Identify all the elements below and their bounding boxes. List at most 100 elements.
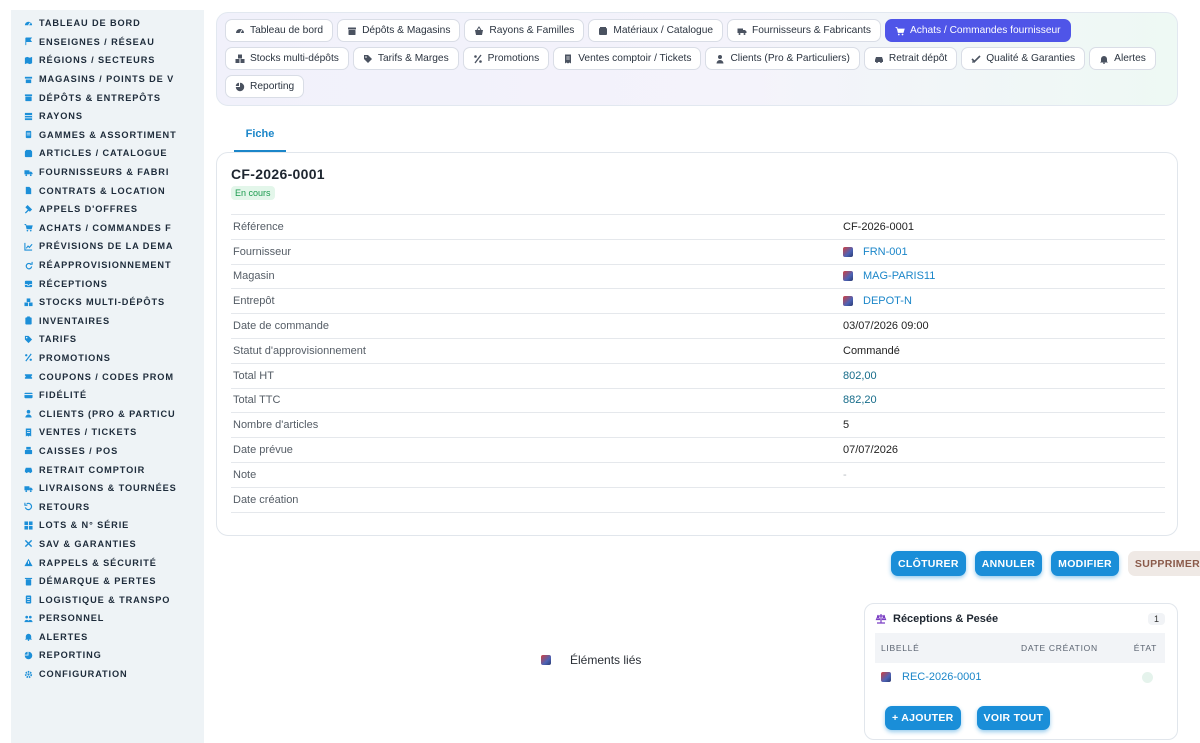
annuler-button[interactable]: ANNULER xyxy=(974,551,1043,576)
reception-icon xyxy=(881,672,891,682)
tab-fiche[interactable]: Fiche xyxy=(234,118,286,152)
car-icon xyxy=(874,54,884,64)
gear-icon xyxy=(24,670,33,679)
field-link[interactable]: FRN-001 xyxy=(863,246,908,258)
linked-icon xyxy=(541,655,551,665)
field-link[interactable]: MAG-PARIS11 xyxy=(863,270,935,282)
module-tab-bar: Tableau de bord Dépôts & Magasins Rayons &… xyxy=(216,12,1178,106)
column-date-creation[interactable]: DATE CRÉATION xyxy=(1021,643,1098,653)
field-value: Commandé xyxy=(843,344,900,357)
module-tab[interactable]: Qualité & Garanties xyxy=(961,47,1086,70)
module-tab[interactable]: Promotions xyxy=(462,47,550,70)
module-tab[interactable]: Rayons & Familles xyxy=(464,19,585,42)
module-tab[interactable]: Achats / Commandes fournisseur xyxy=(884,19,1071,42)
sidebar-item[interactable]: RAYONS xyxy=(11,107,204,126)
sidebar-item-label: LOGISTIQUE & TRANSPO xyxy=(39,594,171,605)
sidebar-item[interactable]: TABLEAU DE BORD xyxy=(11,14,204,33)
map-icon xyxy=(24,56,33,65)
module-tab[interactable]: Fournisseurs & Fabricants xyxy=(727,19,881,42)
sidebar-item[interactable]: CAISSES / POS xyxy=(11,442,204,461)
sidebar-item[interactable]: ENSEIGNES / RÉSEAU xyxy=(11,33,204,52)
sidebar-item-label: PROMOTIONS xyxy=(39,352,111,363)
sidebar-item[interactable]: FIDÉLITÉ xyxy=(11,386,204,405)
module-tab[interactable]: Matériaux / Catalogue xyxy=(588,19,724,42)
dashboard-icon xyxy=(235,26,245,36)
reception-link[interactable]: REC-2026-0001 xyxy=(902,671,982,683)
sidebar-item[interactable]: RAPPELS & SÉCURITÉ xyxy=(11,553,204,572)
module-tab[interactable]: Alertes xyxy=(1089,47,1156,70)
catalog-icon xyxy=(598,26,608,36)
basket-icon xyxy=(474,25,484,36)
pie-chart-icon xyxy=(235,82,245,92)
sidebar-item[interactable]: PROMOTIONS xyxy=(11,349,204,368)
field-row: Date prévue 07/07/2026 xyxy=(231,438,1165,463)
sidebar-item[interactable]: RÉCEPTIONS xyxy=(11,274,204,293)
field-label: Nombre d'articles xyxy=(233,419,319,432)
sidebar-item[interactable]: PERSONNEL xyxy=(11,609,204,628)
column-etat[interactable]: ÉTAT xyxy=(1134,643,1157,653)
module-tab[interactable]: Clients (Pro & Particuliers) xyxy=(705,47,860,70)
module-tab[interactable]: Tableau de bord xyxy=(225,19,334,42)
sidebar-item[interactable]: FOURNISSEURS & FABRI xyxy=(11,163,204,182)
sidebar-item[interactable]: RÉGIONS / SECTEURS xyxy=(11,51,204,70)
module-tab[interactable]: Dépôts & Magasins xyxy=(337,19,461,42)
boxes-icon xyxy=(235,54,245,64)
sidebar-item-label: RÉAPPROVISIONNEMENT xyxy=(39,260,172,271)
scale-icon xyxy=(875,613,887,625)
sidebar-item[interactable]: RÉAPPROVISIONNEMENT xyxy=(11,256,204,275)
sidebar-item[interactable]: REPORTING xyxy=(11,646,204,665)
sidebar-item[interactable]: RETOURS xyxy=(11,497,204,516)
sidebar-item[interactable]: DÉMARQUE & PERTES xyxy=(11,572,204,591)
field-link[interactable]: DEPOT-N xyxy=(863,295,912,307)
sidebar-item[interactable]: RETRAIT COMPTOIR xyxy=(11,460,204,479)
module-tab[interactable]: Retrait dépôt xyxy=(863,47,958,70)
truck-icon xyxy=(24,168,33,177)
column-libelle[interactable]: LIBELLÉ xyxy=(881,643,919,653)
sidebar-item[interactable]: DÉPÔTS & ENTREPÔTS xyxy=(11,88,204,107)
linked-elements: Éléments liés xyxy=(541,653,641,667)
sidebar-item[interactable]: INVENTAIRES xyxy=(11,312,204,331)
sidebar-item[interactable]: CONTRATS & LOCATION xyxy=(11,181,204,200)
sidebar-item[interactable]: APPELS D'OFFRES xyxy=(11,200,204,219)
field-value[interactable]: FRN-001 xyxy=(843,246,908,258)
receipt-icon xyxy=(563,54,573,64)
sidebar-item[interactable]: PRÉVISIONS DE LA DEMA xyxy=(11,237,204,256)
module-tab-label: Retrait dépôt xyxy=(888,53,948,64)
table-row[interactable]: REC-2026-0001 xyxy=(875,666,1165,688)
sidebar-item-label: LOTS & N° SÉRIE xyxy=(39,520,130,531)
supprimer-button[interactable]: SUPPRIMER xyxy=(1127,551,1200,576)
modifier-button[interactable]: MODIFIER xyxy=(1051,551,1119,576)
module-tab[interactable]: Ventes comptoir / Tickets xyxy=(553,47,702,70)
sidebar-item[interactable]: VENTES / TICKETS xyxy=(11,423,204,442)
sidebar-item[interactable]: MAGASINS / POINTS DE V xyxy=(11,70,204,89)
store-icon xyxy=(24,75,33,84)
sidebar-item[interactable]: TARIFS xyxy=(11,330,204,349)
receptions-actions: + AJOUTER VOIR TOUT xyxy=(885,706,1051,730)
sidebar-item[interactable]: CLIENTS (PRO & PARTICU xyxy=(11,404,204,423)
sidebar-item[interactable]: LIVRAISONS & TOURNÉES xyxy=(11,479,204,498)
add-reception-button[interactable]: + AJOUTER xyxy=(885,706,961,730)
sidebar-item[interactable]: SAV & GARANTIES xyxy=(11,535,204,554)
module-tab[interactable]: Reporting xyxy=(225,75,305,98)
sidebar-item[interactable]: COUPONS / CODES PROM xyxy=(11,367,204,386)
sidebar-item[interactable]: CONFIGURATION xyxy=(11,665,204,684)
sidebar-item-label: RETRAIT COMPTOIR xyxy=(39,464,146,475)
chart-icon xyxy=(24,242,33,251)
percent-icon xyxy=(473,54,483,64)
cloturer-button[interactable]: CLÔTURER xyxy=(891,551,966,576)
field-value[interactable]: DEPOT-N xyxy=(843,295,912,307)
shelf-icon xyxy=(24,112,33,121)
field-value[interactable]: MAG-PARIS11 xyxy=(843,270,935,282)
sidebar-item[interactable]: LOTS & N° SÉRIE xyxy=(11,516,204,535)
module-tab[interactable]: Stocks multi-dépôts xyxy=(225,47,349,70)
sidebar-item[interactable]: LOGISTIQUE & TRANSPO xyxy=(11,590,204,609)
sidebar-item[interactable]: ACHATS / COMMANDES F xyxy=(11,219,204,238)
module-tab[interactable]: Tarifs & Marges xyxy=(352,47,459,70)
field-label: Date de commande xyxy=(233,320,329,333)
sidebar-item-label: TABLEAU DE BORD xyxy=(39,18,141,29)
sidebar-item[interactable]: GAMMES & ASSORTIMENT xyxy=(11,126,204,145)
sidebar-item[interactable]: ARTICLES / CATALOGUE xyxy=(11,144,204,163)
sidebar-item[interactable]: STOCKS MULTI-DÉPÔTS xyxy=(11,293,204,312)
see-all-button[interactable]: VOIR TOUT xyxy=(976,706,1051,730)
sidebar-item[interactable]: ALERTES xyxy=(11,628,204,647)
